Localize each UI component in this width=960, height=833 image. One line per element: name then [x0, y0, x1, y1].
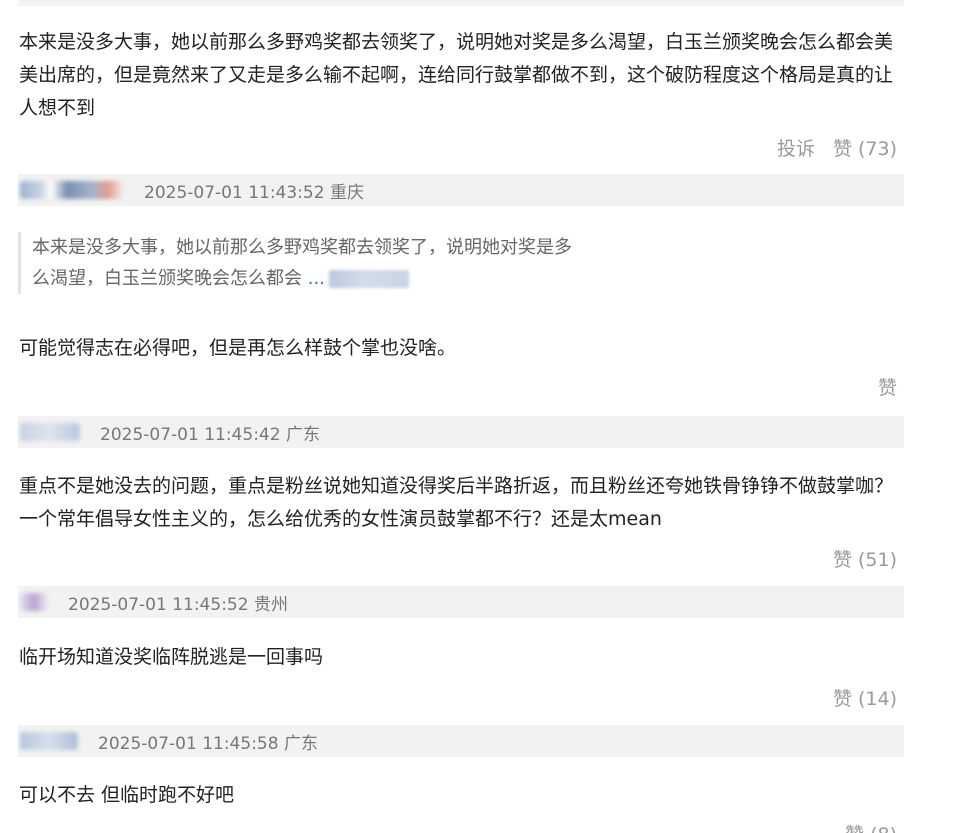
- quote-author-blurred: [328, 270, 409, 288]
- comment-actions: 赞 (51): [833, 545, 897, 572]
- comment-time-location: 2025-07-01 11:45:52 贵州: [68, 594, 288, 615]
- username-blurred[interactable]: [20, 181, 124, 199]
- comment-text: 重点不是她没去的问题，重点是粉丝说她知道没得奖后半路折返，而且粉丝还夸她铁骨铮铮…: [19, 475, 894, 530]
- like-button[interactable]: 赞 (8): [845, 820, 897, 833]
- comment-text: 可能觉得志在必得吧，但是再怎么样鼓个掌也没啥。: [19, 337, 457, 359]
- comment-actions: 赞 (14): [833, 684, 897, 711]
- comment-actions: 赞: [878, 373, 897, 400]
- username-blurred[interactable]: [20, 593, 48, 611]
- comment-time-location: 2025-07-01 11:45:58 广东: [98, 733, 318, 754]
- comment-time-location: 2025-07-01 11:45:42 广东: [100, 424, 320, 445]
- previous-comment-divider: [18, 0, 904, 6]
- comment-meta-bar: 2025-07-01 11:45:58 广东: [18, 725, 904, 757]
- comment-meta-bar: 2025-07-01 11:45:52 贵州: [18, 586, 904, 618]
- like-button[interactable]: 赞 (14): [833, 684, 897, 711]
- quote-text-line: 么渴望，白玉兰颁奖晚会怎么都会: [32, 268, 302, 289]
- report-button[interactable]: 投诉: [777, 134, 815, 161]
- expand-quote-link[interactable]: ...: [308, 268, 325, 289]
- comment-text: 可以不去 但临时跑不好吧: [19, 784, 235, 806]
- comment-meta-bar: 2025-07-01 11:43:52 重庆: [18, 174, 904, 206]
- comment-text: 临开场知道没奖临阵脱逃是一回事吗: [19, 646, 324, 668]
- like-button[interactable]: 赞 (51): [833, 545, 897, 572]
- comment-actions: 投诉 赞 (73): [777, 134, 897, 161]
- like-button[interactable]: 赞: [878, 373, 897, 400]
- username-blurred[interactable]: [20, 423, 80, 441]
- quoted-reply: 本来是没多大事，她以前那么多野鸡奖都去领奖了，说明她对奖是多 么渴望，白玉兰颁奖…: [18, 232, 692, 294]
- quote-text-line: 本来是没多大事，她以前那么多野鸡奖都去领奖了，说明她对奖是多: [32, 237, 572, 258]
- comment-meta-bar: 2025-07-01 11:45:42 广东: [18, 416, 904, 448]
- comment-time-location: 2025-07-01 11:43:52 重庆: [144, 182, 364, 203]
- like-button[interactable]: 赞 (73): [833, 134, 897, 161]
- comment-text: 本来是没多大事，她以前那么多野鸡奖都去领奖了，说明她对奖是多么渴望，白玉兰颁奖晚…: [19, 31, 894, 119]
- username-blurred[interactable]: [20, 732, 78, 750]
